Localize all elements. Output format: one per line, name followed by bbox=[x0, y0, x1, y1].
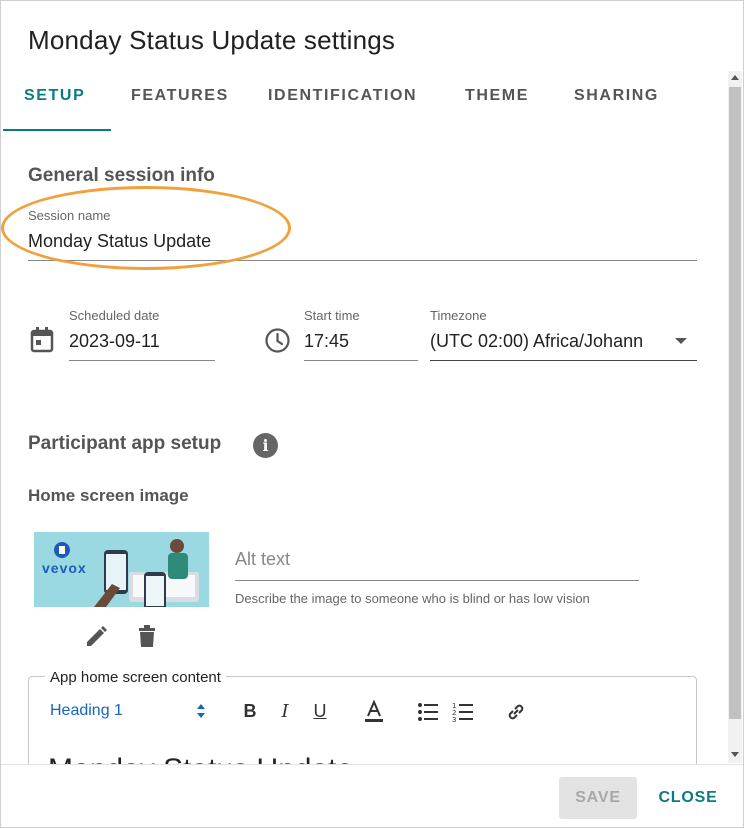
general-section-title: General session info bbox=[28, 165, 215, 186]
scroll-up-icon[interactable] bbox=[731, 75, 739, 80]
scrollbar-thumb[interactable] bbox=[729, 87, 741, 719]
session-name-underline bbox=[28, 260, 697, 261]
editor-legend: App home screen content bbox=[45, 669, 226, 686]
image-brand-text: vevox bbox=[42, 560, 87, 576]
scrollbar[interactable] bbox=[728, 71, 742, 763]
scroll-down-icon[interactable] bbox=[731, 752, 739, 757]
scheduled-date-input[interactable]: 2023-09-11 bbox=[69, 331, 160, 352]
tab-features[interactable]: FEATURES bbox=[131, 87, 229, 119]
start-time-input[interactable]: 17:45 bbox=[304, 331, 349, 352]
clock-icon[interactable] bbox=[264, 327, 291, 354]
timezone-select[interactable]: (UTC 02:00) Africa/Johann bbox=[430, 331, 665, 352]
tab-setup[interactable]: SETUP bbox=[24, 87, 85, 119]
alt-text-helper: Describe the image to someone who is bli… bbox=[235, 591, 590, 606]
settings-dialog: Monday Status Update settings SETUP FEAT… bbox=[0, 0, 744, 828]
start-time-label: Start time bbox=[304, 308, 360, 323]
session-name-highlight-ring bbox=[1, 186, 291, 270]
save-button[interactable]: SAVE bbox=[559, 777, 637, 819]
tab-bar: SETUP FEATURES IDENTIFICATION THEME SHAR… bbox=[1, 87, 727, 133]
calendar-icon[interactable] bbox=[29, 326, 55, 354]
start-time-underline bbox=[304, 360, 418, 361]
alt-text-input[interactable]: Alt text bbox=[235, 549, 290, 570]
info-icon[interactable]: i bbox=[253, 433, 278, 458]
italic-icon[interactable]: I bbox=[276, 701, 294, 723]
close-button[interactable]: CLOSE bbox=[653, 777, 723, 819]
dialog-title: Monday Status Update settings bbox=[28, 25, 396, 55]
chevron-down-icon[interactable] bbox=[674, 336, 688, 346]
link-icon[interactable] bbox=[505, 701, 527, 723]
active-tab-indicator bbox=[3, 129, 111, 131]
timezone-underline bbox=[430, 360, 697, 361]
underline-icon[interactable]: U bbox=[311, 701, 329, 723]
timezone-label: Timezone bbox=[430, 308, 487, 323]
scheduled-date-underline bbox=[69, 360, 215, 361]
tab-theme[interactable]: THEME bbox=[465, 87, 529, 119]
pencil-icon[interactable] bbox=[84, 625, 109, 649]
numbered-list-icon[interactable]: 1 2 3 bbox=[452, 701, 474, 723]
heading-format-select[interactable]: Heading 1 bbox=[50, 702, 123, 720]
updown-chevron-icon[interactable] bbox=[196, 703, 206, 719]
home-image-title: Home screen image bbox=[28, 486, 189, 505]
tab-identification[interactable]: IDENTIFICATION bbox=[268, 87, 417, 119]
text-color-icon[interactable] bbox=[363, 700, 385, 724]
scheduled-date-label: Scheduled date bbox=[69, 308, 160, 323]
participant-section-title: Participant app setup bbox=[28, 433, 222, 454]
svg-text:3: 3 bbox=[452, 716, 456, 723]
session-name-label: Session name bbox=[28, 208, 111, 223]
home-screen-image: vevox bbox=[34, 532, 209, 607]
bold-icon[interactable]: B bbox=[241, 701, 259, 723]
bullet-list-icon[interactable] bbox=[417, 702, 439, 722]
trash-icon[interactable] bbox=[136, 625, 158, 649]
tab-sharing[interactable]: SHARING bbox=[574, 87, 659, 119]
alt-text-underline bbox=[235, 580, 639, 581]
session-name-input[interactable]: Monday Status Update bbox=[28, 231, 211, 252]
